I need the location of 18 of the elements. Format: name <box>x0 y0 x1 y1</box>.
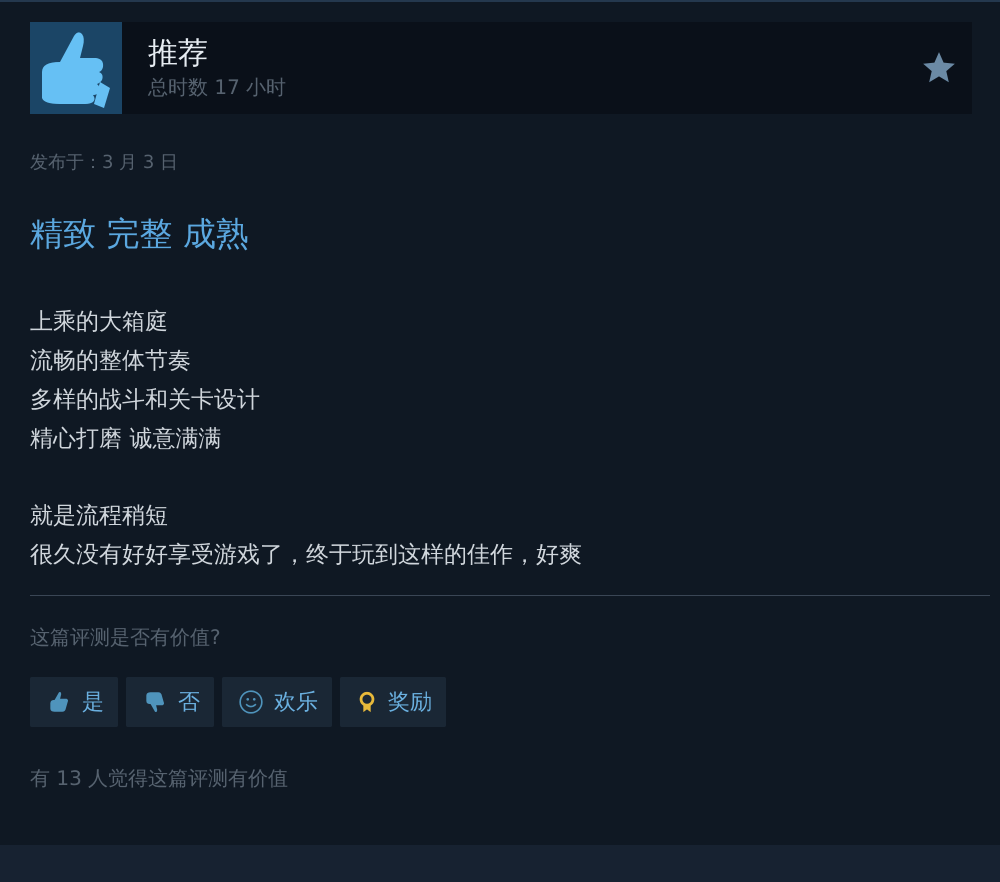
review-text-line: 流畅的整体节奏 <box>30 347 192 376</box>
award-button[interactable]: 奖励 <box>340 677 446 727</box>
yes-button[interactable]: 是 <box>30 677 118 727</box>
no-button[interactable]: 否 <box>126 677 214 727</box>
review-headline: 精致 完整 成熟 <box>30 213 250 255</box>
thumbs-up-icon <box>30 22 122 114</box>
review-text-line: 就是流程稍短 <box>30 502 169 531</box>
helpful-question: 这篇评测是否有价值? <box>30 624 222 651</box>
review-text-line: 很久没有好好享受游戏了，终于玩到这样的佳作，好爽 <box>30 541 583 570</box>
funny-button[interactable]: 欢乐 <box>222 677 332 727</box>
hours-played: 总时数 17 小时 <box>148 74 288 101</box>
verdict-title: 推荐 <box>148 35 209 73</box>
review-text-line: 精心打磨 诚意满满 <box>30 425 222 454</box>
smiley-icon <box>238 689 264 715</box>
review-text-line: 多样的战斗和关卡设计 <box>30 386 261 415</box>
posted-date: 发布于：3 月 3 日 <box>30 151 180 174</box>
helpful-count: 有 13 人觉得这篇评测有价值 <box>30 765 290 792</box>
review-text-line: 上乘的大箱庭 <box>30 308 169 337</box>
